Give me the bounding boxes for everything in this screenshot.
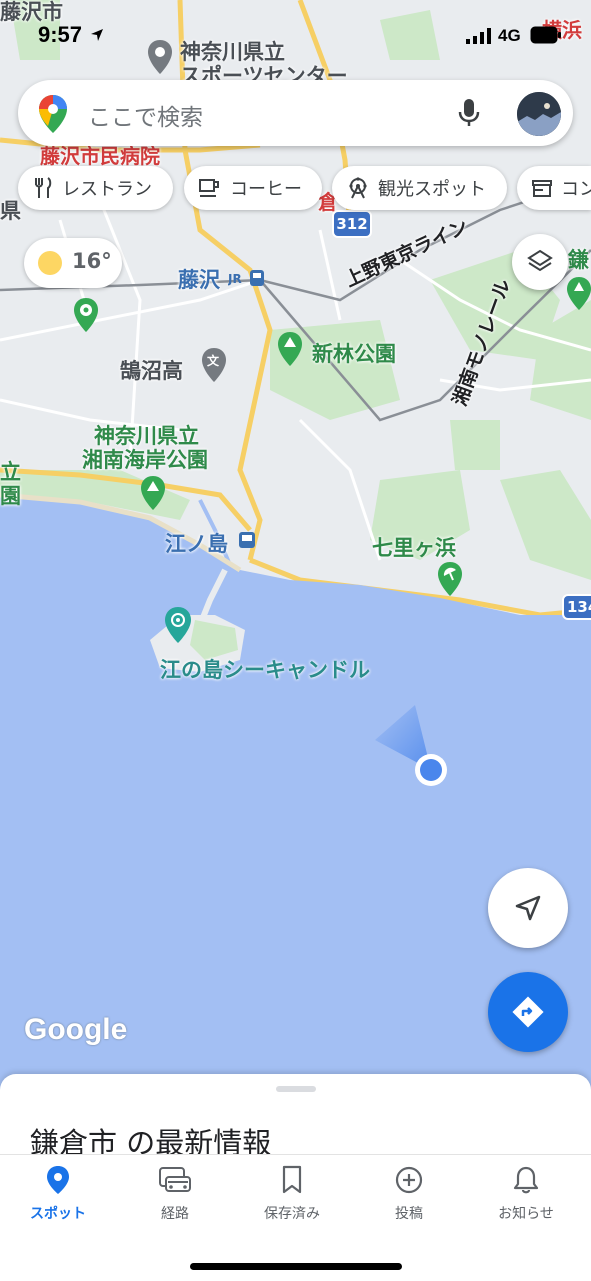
- coffee-cup-icon: [199, 179, 219, 197]
- network-label: 4G: [498, 26, 521, 45]
- directions-button[interactable]: [488, 972, 568, 1052]
- layers-button[interactable]: [512, 234, 568, 290]
- map-label-coast-park-2[interactable]: 湘南海岸公園: [82, 444, 208, 474]
- directions-icon: [512, 996, 544, 1028]
- ferris-wheel-icon: [349, 177, 367, 199]
- flower-pin-icon[interactable]: [72, 296, 100, 338]
- nav-label: 投稿: [395, 1206, 423, 1222]
- map-label-kutsunuma-high[interactable]: 鵠沼高: [120, 355, 183, 385]
- status-time: 9:57: [38, 20, 104, 50]
- store-icon: [532, 180, 552, 197]
- search-bar[interactable]: ここで検索: [18, 80, 573, 146]
- chip-sightseeing[interactable]: 観光スポット: [332, 166, 507, 210]
- google-logo: Google: [24, 1013, 128, 1046]
- google-maps-logo-icon: [38, 94, 68, 138]
- nav-label: 保存済み: [264, 1206, 320, 1222]
- school-pin-icon[interactable]: 文: [200, 346, 228, 388]
- chip-label: 観光スポット: [378, 179, 486, 200]
- location-arrow-icon: [91, 29, 104, 41]
- nav-label: お知らせ: [498, 1206, 554, 1222]
- place-pin-icon[interactable]: [146, 38, 174, 80]
- chip-coffee[interactable]: コーヒー: [184, 166, 322, 210]
- nav-contribute[interactable]: 投稿: [359, 1165, 459, 1223]
- park-pin-icon[interactable]: [139, 474, 167, 516]
- nav-updates[interactable]: お知らせ: [476, 1165, 576, 1223]
- park-pin-icon[interactable]: [276, 330, 304, 372]
- attraction-pin-icon[interactable]: [163, 605, 193, 649]
- chip-restaurant[interactable]: レストラン: [18, 166, 173, 210]
- navigation-arrow-icon: [515, 895, 541, 921]
- map-label-left-edge-3: 県: [0, 199, 21, 223]
- nav-saved[interactable]: 保存済み: [242, 1165, 342, 1223]
- route-134-shield: 134: [562, 594, 591, 620]
- bell-icon: [513, 1166, 539, 1194]
- layers-icon: [527, 249, 553, 272]
- nav-label: 経路: [161, 1206, 189, 1222]
- weather-chip[interactable]: 16°: [24, 238, 122, 288]
- nav-explore[interactable]: スポット: [8, 1165, 108, 1223]
- location-pin-icon: [47, 1166, 69, 1194]
- map-label-fujisawa-station[interactable]: 藤沢: [178, 264, 220, 294]
- avatar[interactable]: [517, 92, 561, 136]
- plus-circle-icon: [395, 1166, 423, 1194]
- chip-label: コン: [561, 179, 591, 200]
- search-input[interactable]: ここで検索: [88, 98, 203, 132]
- map-label-shinbayashi-park[interactable]: 新林公園: [312, 338, 396, 368]
- chip-convenience[interactable]: コン: [517, 166, 591, 210]
- map-label-enoshima-station[interactable]: 江ノ島: [165, 528, 228, 558]
- map-label-kamakura[interactable]: 鎌: [568, 244, 589, 274]
- train-station-icon: JR: [227, 268, 268, 288]
- nav-directions[interactable]: 経路: [125, 1165, 225, 1223]
- battery-icon: [530, 26, 562, 48]
- home-indicator: [190, 1263, 402, 1270]
- my-location-button[interactable]: [488, 868, 568, 948]
- svg-text:文: 文: [207, 353, 220, 368]
- nav-label: スポット: [30, 1206, 86, 1222]
- fork-knife-icon: [35, 177, 52, 198]
- sun-icon: [38, 251, 62, 275]
- weather-temp: 16°: [72, 249, 112, 273]
- route-312-shield: 312: [332, 210, 372, 238]
- map-label-sea-candle[interactable]: 江の島シーキャンドル: [160, 654, 370, 684]
- park-pin-icon[interactable]: [566, 276, 591, 316]
- signal-icon: [466, 28, 492, 48]
- microphone-icon[interactable]: [458, 98, 480, 132]
- bookmark-icon: [282, 1165, 302, 1194]
- map-label-shichirigahama[interactable]: 七里ヶ浜: [372, 532, 456, 562]
- chip-label: コーヒー: [230, 179, 302, 200]
- svg-text:JR: JR: [228, 272, 242, 286]
- map-label-left-edge-2: 園: [0, 484, 21, 508]
- chip-label: レストラン: [62, 179, 152, 200]
- beach-pin-icon[interactable]: [436, 560, 464, 602]
- car-icon: [159, 1167, 191, 1192]
- drag-handle[interactable]: [276, 1086, 316, 1092]
- train-station-icon: [238, 531, 256, 553]
- bottom-nav: スポット 経路 保存済み 投稿 お知らせ: [0, 1154, 591, 1281]
